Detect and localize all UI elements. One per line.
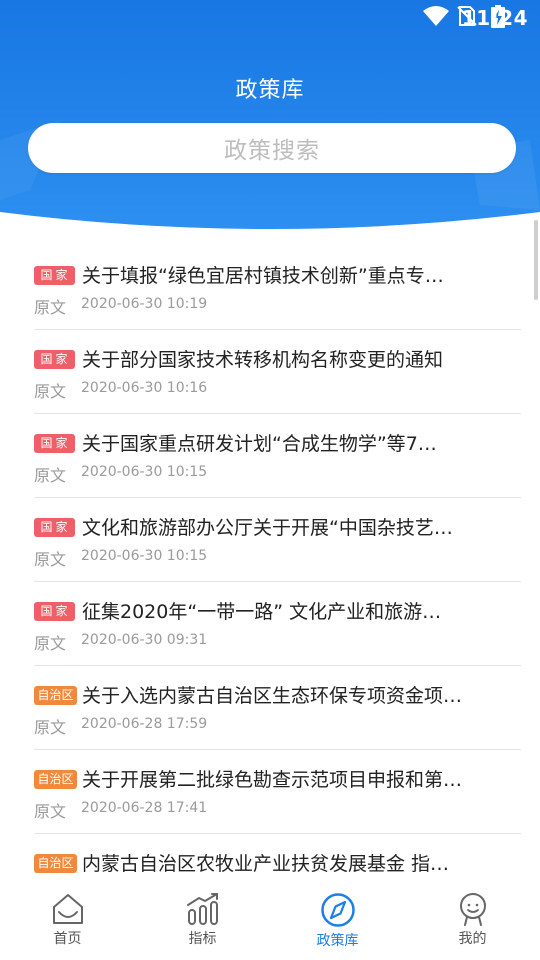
source-link[interactable]: 原文: [34, 378, 66, 402]
nav-label: 首页: [53, 931, 82, 947]
level-badge: 自治区: [34, 686, 77, 705]
level-badge: 国家: [34, 434, 75, 453]
item-time: 2020-06-28 17:59: [81, 716, 208, 732]
nav-item-home[interactable]: 首页: [0, 886, 135, 960]
level-badge: 国家: [34, 602, 75, 621]
source-link[interactable]: 原文: [34, 714, 66, 738]
nav-label: 我的: [458, 931, 487, 947]
search-input[interactable]: 政策搜索: [28, 123, 516, 173]
profile-icon: [459, 893, 486, 926]
list-item[interactable]: 国家 关于国家重点研发计划“合成生物学”等7… 原文 2020-06-30 10…: [34, 414, 521, 498]
item-time: 2020-06-28 17:41: [81, 800, 208, 816]
item-time: 2020-06-30 10:15: [81, 548, 208, 564]
level-badge: 国家: [34, 518, 75, 537]
search-placeholder: 政策搜索: [224, 138, 320, 164]
wifi-icon: [423, 6, 449, 26]
bottom-nav: 首页 指标 政策库 我的: [0, 886, 540, 960]
list-item[interactable]: 自治区 关于开展第二批绿色勘查示范项目申报和第… 原文 2020-06-28 1…: [34, 750, 521, 834]
list-item[interactable]: 国家 征集2020年“一带一路” 文化产业和旅游… 原文 2020-06-30 …: [34, 582, 521, 666]
item-time: 2020-06-30 10:16: [81, 380, 208, 396]
chart-icon: [186, 893, 218, 925]
source-link[interactable]: 原文: [34, 630, 66, 654]
header: 11:24 政策库 政策搜索: [0, 0, 540, 240]
list-item[interactable]: 自治区 关于入选内蒙古自治区生态环保专项资金项… 原文 2020-06-28 1…: [34, 666, 521, 750]
header-background: [0, 0, 540, 229]
source-link[interactable]: 原文: [34, 462, 66, 486]
source-link[interactable]: 原文: [34, 294, 66, 318]
status-time: 11:24: [461, 6, 528, 30]
item-title: 关于入选内蒙古自治区生态环保专项资金项…: [82, 685, 463, 707]
item-title: 文化和旅游部办公厅关于开展“中国杂技艺…: [82, 517, 453, 539]
policy-list: 国家 关于填报“绿色宜居村镇技术创新”重点专… 原文 2020-06-30 10…: [0, 246, 540, 886]
item-time: 2020-06-30 09:31: [81, 632, 208, 648]
item-title: 征集2020年“一带一路” 文化产业和旅游…: [82, 601, 442, 623]
compass-icon: [320, 893, 355, 927]
scrollbar[interactable]: [534, 220, 538, 300]
level-badge: 自治区: [34, 854, 77, 873]
source-link[interactable]: 原文: [34, 798, 66, 822]
item-time: 2020-06-30 10:15: [81, 464, 208, 480]
home-icon: [52, 894, 83, 924]
item-title: 关于国家重点研发计划“合成生物学”等7…: [82, 433, 437, 455]
level-badge: 自治区: [34, 770, 77, 789]
list-item[interactable]: 国家 关于部分国家技术转移机构名称变更的通知 原文 2020-06-30 10:…: [34, 330, 521, 414]
nav-label: 指标: [188, 931, 217, 947]
status-bar: 11:24: [0, 0, 540, 36]
app-screen: 11:24 政策库 政策搜索 国家 关于填报“绿色宜居村镇技术创新”重点专… 原…: [0, 0, 540, 960]
item-title: 关于部分国家技术转移机构名称变更的通知: [82, 349, 444, 371]
level-badge: 国家: [34, 266, 75, 285]
nav-item-profile[interactable]: 我的: [405, 886, 540, 960]
item-time: 2020-06-30 10:19: [81, 296, 208, 312]
nav-label: 政策库: [316, 933, 359, 949]
list-item[interactable]: 国家 文化和旅游部办公厅关于开展“中国杂技艺… 原文 2020-06-30 10…: [34, 498, 521, 582]
list-item[interactable]: 自治区 内蒙古自治区农牧业产业扶贫发展基金 指… 原文: [34, 834, 521, 886]
level-badge: 国家: [34, 350, 75, 369]
item-title: 关于填报“绿色宜居村镇技术创新”重点专…: [82, 265, 444, 287]
list-item[interactable]: 国家 关于填报“绿色宜居村镇技术创新”重点专… 原文 2020-06-30 10…: [34, 246, 521, 330]
source-link[interactable]: 原文: [34, 546, 66, 570]
page-title: 政策库: [235, 78, 305, 103]
item-title: 关于开展第二批绿色勘查示范项目申报和第…: [82, 769, 463, 791]
item-title: 内蒙古自治区农牧业产业扶贫发展基金 指…: [82, 853, 450, 875]
nav-item-metrics[interactable]: 指标: [135, 886, 270, 960]
nav-item-policy[interactable]: 政策库: [270, 886, 405, 960]
